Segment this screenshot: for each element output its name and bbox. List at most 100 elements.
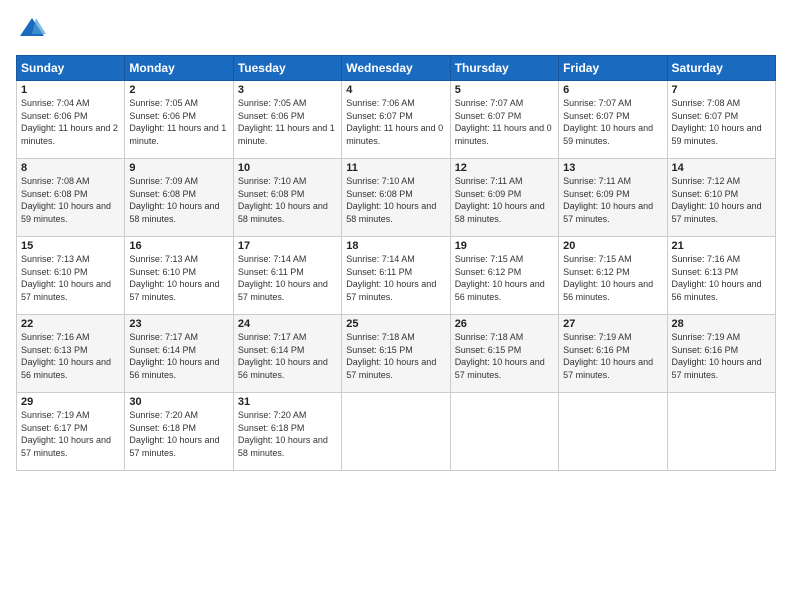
table-cell: 6 Sunrise: 7:07 AMSunset: 6:07 PMDayligh…	[559, 81, 667, 159]
day-detail: Sunrise: 7:18 AMSunset: 6:15 PMDaylight:…	[455, 331, 554, 381]
logo	[16, 16, 48, 43]
table-cell: 24 Sunrise: 7:17 AMSunset: 6:14 PMDaylig…	[233, 315, 341, 393]
day-detail: Sunrise: 7:17 AMSunset: 6:14 PMDaylight:…	[129, 331, 228, 381]
day-number: 28	[672, 318, 771, 330]
day-number: 17	[238, 240, 337, 252]
calendar-week-row: 8 Sunrise: 7:08 AMSunset: 6:08 PMDayligh…	[17, 159, 776, 237]
table-cell: 12 Sunrise: 7:11 AMSunset: 6:09 PMDaylig…	[450, 159, 558, 237]
day-detail: Sunrise: 7:10 AMSunset: 6:08 PMDaylight:…	[346, 175, 445, 225]
day-detail: Sunrise: 7:19 AMSunset: 6:17 PMDaylight:…	[21, 409, 120, 459]
table-cell: 25 Sunrise: 7:18 AMSunset: 6:15 PMDaylig…	[342, 315, 450, 393]
col-saturday: Saturday	[667, 56, 775, 81]
col-sunday: Sunday	[17, 56, 125, 81]
day-detail: Sunrise: 7:14 AMSunset: 6:11 PMDaylight:…	[346, 253, 445, 303]
day-detail: Sunrise: 7:20 AMSunset: 6:18 PMDaylight:…	[129, 409, 228, 459]
day-number: 1	[21, 84, 120, 96]
day-detail: Sunrise: 7:07 AMSunset: 6:07 PMDaylight:…	[563, 97, 662, 147]
table-cell: 1 Sunrise: 7:04 AMSunset: 6:06 PMDayligh…	[17, 81, 125, 159]
table-cell: 22 Sunrise: 7:16 AMSunset: 6:13 PMDaylig…	[17, 315, 125, 393]
day-number: 5	[455, 84, 554, 96]
day-detail: Sunrise: 7:13 AMSunset: 6:10 PMDaylight:…	[21, 253, 120, 303]
table-cell	[342, 393, 450, 471]
day-detail: Sunrise: 7:05 AMSunset: 6:06 PMDaylight:…	[129, 97, 228, 147]
table-cell: 28 Sunrise: 7:19 AMSunset: 6:16 PMDaylig…	[667, 315, 775, 393]
day-detail: Sunrise: 7:19 AMSunset: 6:16 PMDaylight:…	[672, 331, 771, 381]
day-detail: Sunrise: 7:06 AMSunset: 6:07 PMDaylight:…	[346, 97, 445, 147]
table-cell: 30 Sunrise: 7:20 AMSunset: 6:18 PMDaylig…	[125, 393, 233, 471]
day-detail: Sunrise: 7:04 AMSunset: 6:06 PMDaylight:…	[21, 97, 120, 147]
day-number: 23	[129, 318, 228, 330]
day-number: 18	[346, 240, 445, 252]
day-number: 24	[238, 318, 337, 330]
table-cell: 8 Sunrise: 7:08 AMSunset: 6:08 PMDayligh…	[17, 159, 125, 237]
day-detail: Sunrise: 7:09 AMSunset: 6:08 PMDaylight:…	[129, 175, 228, 225]
table-cell	[559, 393, 667, 471]
day-detail: Sunrise: 7:11 AMSunset: 6:09 PMDaylight:…	[563, 175, 662, 225]
col-monday: Monday	[125, 56, 233, 81]
day-detail: Sunrise: 7:08 AMSunset: 6:07 PMDaylight:…	[672, 97, 771, 147]
day-number: 15	[21, 240, 120, 252]
header	[16, 16, 776, 43]
day-number: 16	[129, 240, 228, 252]
day-number: 22	[21, 318, 120, 330]
calendar-table: Sunday Monday Tuesday Wednesday Thursday…	[16, 55, 776, 471]
day-number: 9	[129, 162, 228, 174]
day-detail: Sunrise: 7:05 AMSunset: 6:06 PMDaylight:…	[238, 97, 337, 147]
day-number: 12	[455, 162, 554, 174]
day-number: 29	[21, 396, 120, 408]
table-cell: 10 Sunrise: 7:10 AMSunset: 6:08 PMDaylig…	[233, 159, 341, 237]
page: Sunday Monday Tuesday Wednesday Thursday…	[0, 0, 792, 612]
table-cell: 4 Sunrise: 7:06 AMSunset: 6:07 PMDayligh…	[342, 81, 450, 159]
calendar-week-row: 15 Sunrise: 7:13 AMSunset: 6:10 PMDaylig…	[17, 237, 776, 315]
day-number: 10	[238, 162, 337, 174]
day-detail: Sunrise: 7:18 AMSunset: 6:15 PMDaylight:…	[346, 331, 445, 381]
day-detail: Sunrise: 7:12 AMSunset: 6:10 PMDaylight:…	[672, 175, 771, 225]
table-cell: 26 Sunrise: 7:18 AMSunset: 6:15 PMDaylig…	[450, 315, 558, 393]
table-cell: 16 Sunrise: 7:13 AMSunset: 6:10 PMDaylig…	[125, 237, 233, 315]
day-number: 6	[563, 84, 662, 96]
day-detail: Sunrise: 7:16 AMSunset: 6:13 PMDaylight:…	[672, 253, 771, 303]
day-detail: Sunrise: 7:07 AMSunset: 6:07 PMDaylight:…	[455, 97, 554, 147]
table-cell	[667, 393, 775, 471]
table-cell: 21 Sunrise: 7:16 AMSunset: 6:13 PMDaylig…	[667, 237, 775, 315]
table-cell: 18 Sunrise: 7:14 AMSunset: 6:11 PMDaylig…	[342, 237, 450, 315]
table-cell: 3 Sunrise: 7:05 AMSunset: 6:06 PMDayligh…	[233, 81, 341, 159]
day-number: 20	[563, 240, 662, 252]
table-cell: 20 Sunrise: 7:15 AMSunset: 6:12 PMDaylig…	[559, 237, 667, 315]
day-detail: Sunrise: 7:20 AMSunset: 6:18 PMDaylight:…	[238, 409, 337, 459]
table-cell: 5 Sunrise: 7:07 AMSunset: 6:07 PMDayligh…	[450, 81, 558, 159]
logo-icon	[18, 16, 46, 38]
col-friday: Friday	[559, 56, 667, 81]
day-detail: Sunrise: 7:13 AMSunset: 6:10 PMDaylight:…	[129, 253, 228, 303]
day-number: 13	[563, 162, 662, 174]
table-cell: 9 Sunrise: 7:09 AMSunset: 6:08 PMDayligh…	[125, 159, 233, 237]
table-cell: 2 Sunrise: 7:05 AMSunset: 6:06 PMDayligh…	[125, 81, 233, 159]
table-cell: 31 Sunrise: 7:20 AMSunset: 6:18 PMDaylig…	[233, 393, 341, 471]
day-number: 25	[346, 318, 445, 330]
day-number: 2	[129, 84, 228, 96]
calendar-week-row: 22 Sunrise: 7:16 AMSunset: 6:13 PMDaylig…	[17, 315, 776, 393]
day-number: 21	[672, 240, 771, 252]
day-number: 14	[672, 162, 771, 174]
col-wednesday: Wednesday	[342, 56, 450, 81]
day-number: 19	[455, 240, 554, 252]
calendar-week-row: 1 Sunrise: 7:04 AMSunset: 6:06 PMDayligh…	[17, 81, 776, 159]
day-number: 27	[563, 318, 662, 330]
day-number: 4	[346, 84, 445, 96]
table-cell: 7 Sunrise: 7:08 AMSunset: 6:07 PMDayligh…	[667, 81, 775, 159]
table-cell: 29 Sunrise: 7:19 AMSunset: 6:17 PMDaylig…	[17, 393, 125, 471]
day-number: 11	[346, 162, 445, 174]
day-detail: Sunrise: 7:08 AMSunset: 6:08 PMDaylight:…	[21, 175, 120, 225]
day-number: 3	[238, 84, 337, 96]
day-detail: Sunrise: 7:15 AMSunset: 6:12 PMDaylight:…	[563, 253, 662, 303]
table-cell: 17 Sunrise: 7:14 AMSunset: 6:11 PMDaylig…	[233, 237, 341, 315]
table-cell: 19 Sunrise: 7:15 AMSunset: 6:12 PMDaylig…	[450, 237, 558, 315]
day-detail: Sunrise: 7:14 AMSunset: 6:11 PMDaylight:…	[238, 253, 337, 303]
day-number: 7	[672, 84, 771, 96]
table-cell: 13 Sunrise: 7:11 AMSunset: 6:09 PMDaylig…	[559, 159, 667, 237]
table-cell: 27 Sunrise: 7:19 AMSunset: 6:16 PMDaylig…	[559, 315, 667, 393]
day-number: 8	[21, 162, 120, 174]
table-cell: 23 Sunrise: 7:17 AMSunset: 6:14 PMDaylig…	[125, 315, 233, 393]
day-detail: Sunrise: 7:11 AMSunset: 6:09 PMDaylight:…	[455, 175, 554, 225]
day-detail: Sunrise: 7:19 AMSunset: 6:16 PMDaylight:…	[563, 331, 662, 381]
